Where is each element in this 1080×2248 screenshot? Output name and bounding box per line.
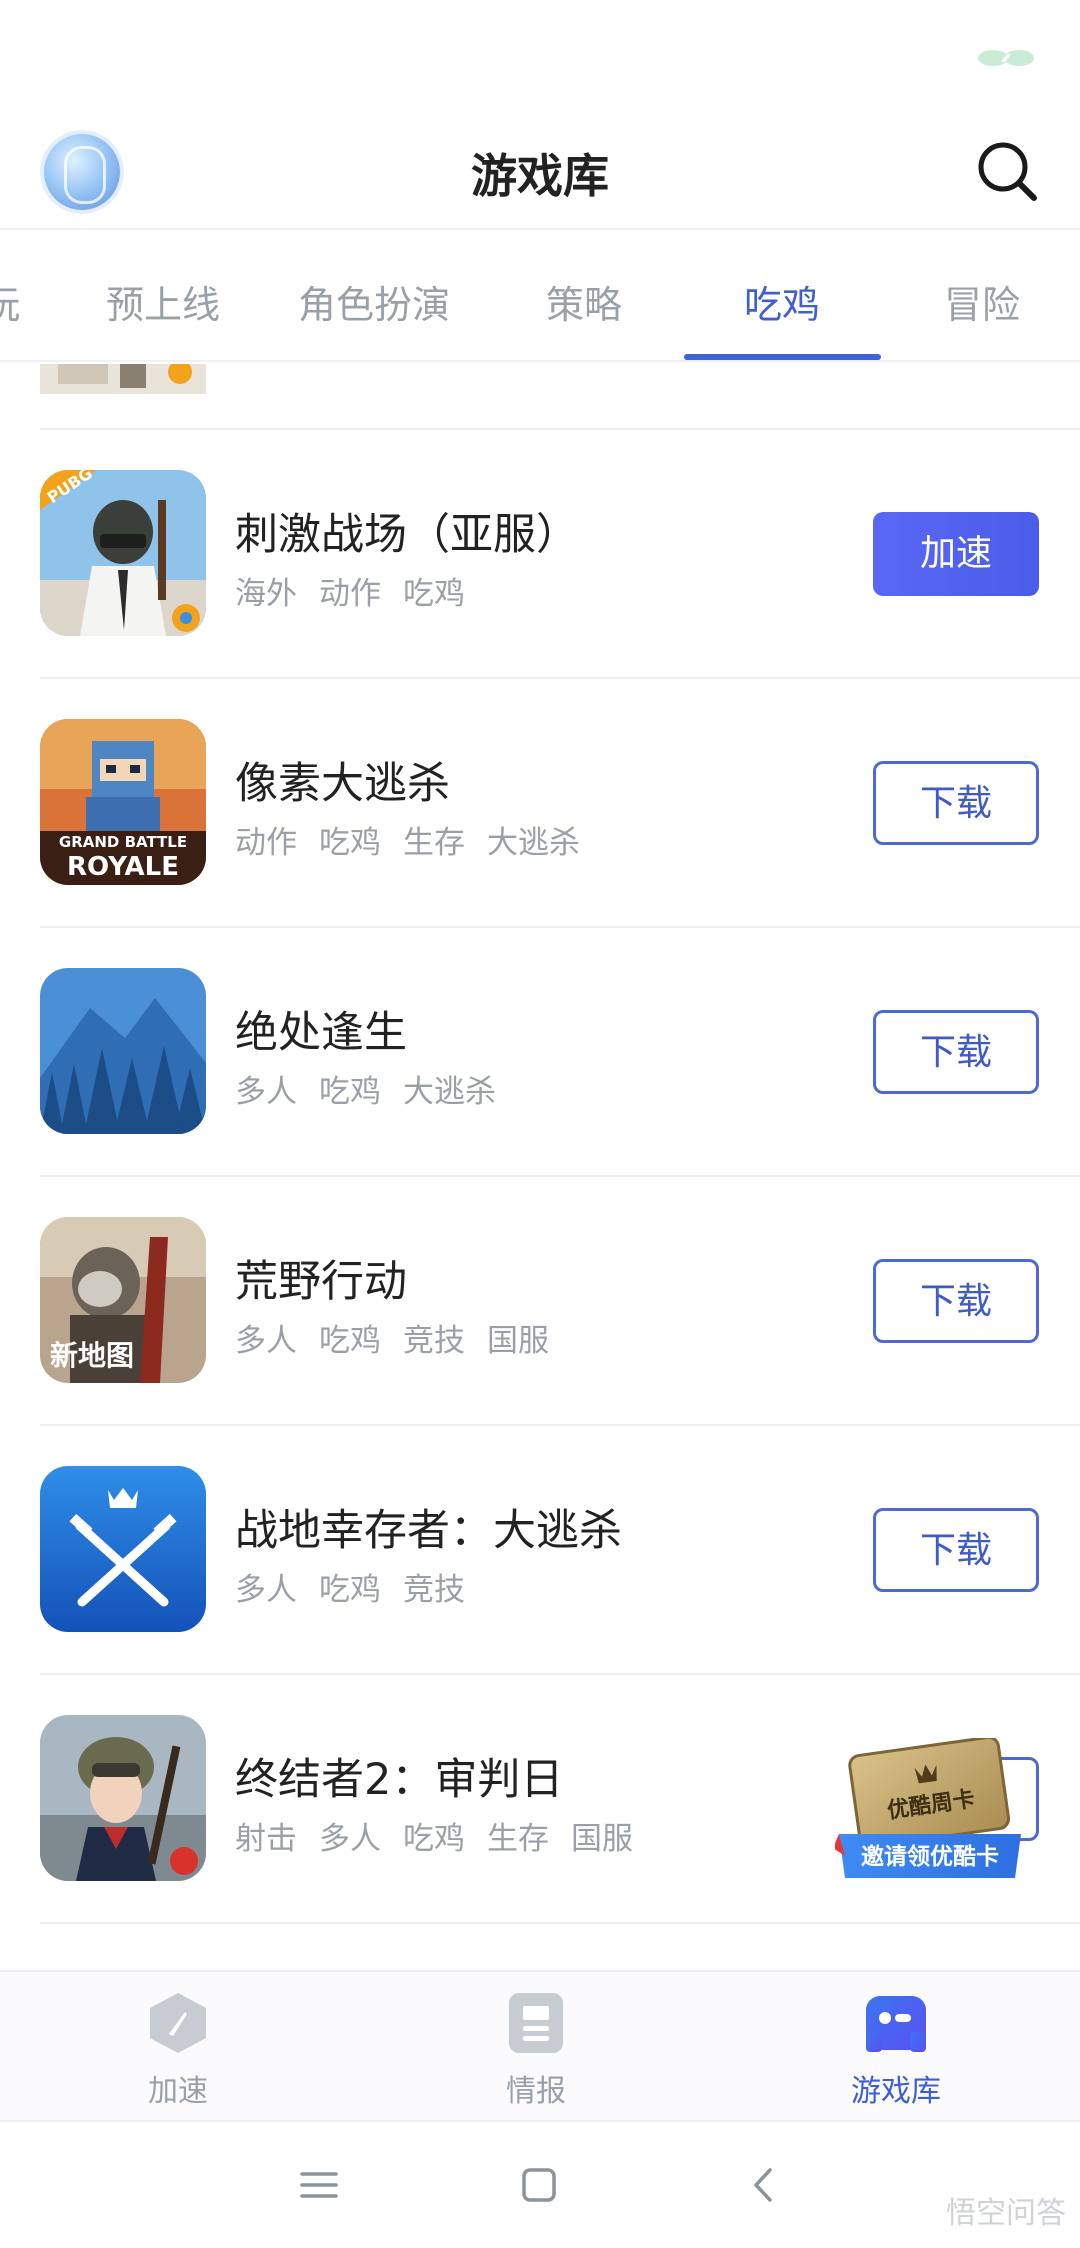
tag: 大逃杀 xyxy=(487,825,580,861)
divider xyxy=(40,926,1080,928)
tab-adventure[interactable]: 冒险 xyxy=(944,274,1020,329)
divider xyxy=(40,1175,1080,1177)
list-item[interactable]: 战地幸存者：大逃杀 多人 吃鸡 竞技 下载 xyxy=(0,1424,1080,1673)
game-tags: 动作 吃鸡 生存 大逃杀 xyxy=(235,817,580,862)
crossed-rifles-icon xyxy=(40,1466,206,1632)
tag: 动作 xyxy=(235,825,297,861)
nav-label: 加速 xyxy=(148,2074,208,2109)
tab-battle-royale[interactable]: 吃鸡 xyxy=(744,274,820,329)
download-button[interactable]: 下载 xyxy=(873,1010,1039,1094)
tag: 吃鸡 xyxy=(319,1074,381,1110)
tag: 吃鸡 xyxy=(319,1572,381,1608)
nav-item-game-library[interactable]: 游戏库 xyxy=(796,1990,996,2110)
female-soldier-icon xyxy=(40,1715,206,1881)
game-title: 刺激战场（亚服） xyxy=(235,510,579,560)
list-end-divider xyxy=(0,1922,1080,1924)
accelerate-button[interactable]: 加速 xyxy=(873,512,1039,596)
tag: 动作 xyxy=(319,576,381,612)
status-bar xyxy=(0,0,1080,110)
game-tags: 多人 吃鸡 竞技 国服 xyxy=(235,1315,549,1360)
game-tags: 多人 吃鸡 竞技 xyxy=(235,1564,465,1609)
game-title: 像素大逃杀 xyxy=(235,759,450,809)
download-button[interactable]: 下载 xyxy=(873,1508,1039,1592)
tag: 吃鸡 xyxy=(403,576,465,612)
tag: 生存 xyxy=(487,1821,549,1857)
search-icon[interactable] xyxy=(974,138,1040,204)
game-tags: 海外 动作 吃鸡 xyxy=(235,568,465,613)
list-item[interactable]: PUBG 刺激战场（亚服） 海外 动作 吃鸡 加速 xyxy=(0,428,1080,677)
nav-label: 游戏库 xyxy=(851,2074,941,2109)
divider xyxy=(40,428,1080,430)
game-list[interactable]: PUBG 刺激战场（亚服） 海外 动作 吃鸡 加速 GRAND BATTLE R… xyxy=(0,364,1080,1970)
svg-text:ROYALE: ROYALE xyxy=(67,852,179,882)
youku-promo-badge[interactable]: 优酷周卡 邀请领优酷卡 xyxy=(835,1738,1025,1888)
tab-upcoming[interactable]: 预上线 xyxy=(106,274,220,329)
game-library-icon xyxy=(866,1996,926,2052)
divider xyxy=(40,1673,1080,1675)
tag: 多人 xyxy=(235,1074,297,1110)
svg-text:GRAND BATTLE: GRAND BATTLE xyxy=(59,833,187,851)
download-button[interactable]: 下载 xyxy=(873,761,1039,845)
svg-text:邀请领优酷卡: 邀请领优酷卡 xyxy=(861,1843,999,1870)
tag: 吃鸡 xyxy=(319,1323,381,1359)
tag: 吃鸡 xyxy=(319,825,381,861)
list-item[interactable]: 新地图 荒野行动 多人 吃鸡 竞技 国服 下载 xyxy=(0,1175,1080,1424)
tag: 多人 xyxy=(235,1572,297,1608)
home-icon[interactable] xyxy=(516,2162,562,2208)
game-tags: 射击 多人 吃鸡 生存 国服 xyxy=(235,1813,633,1858)
nav-item-news[interactable]: 情报 xyxy=(436,1990,636,2110)
bottom-nav: 加速 情报 游戏库 xyxy=(0,1970,1080,2120)
back-icon[interactable] xyxy=(742,2162,788,2208)
tag: 多人 xyxy=(235,1323,297,1359)
tag: 国服 xyxy=(571,1821,633,1857)
list-item[interactable]: GRAND BATTLE ROYALE 像素大逃杀 动作 吃鸡 生存 大逃杀 下… xyxy=(0,677,1080,926)
category-tabs: 玩 预上线 角色扮演 策略 吃鸡 冒险 xyxy=(0,232,1080,362)
game-title: 绝处逢生 xyxy=(235,1008,407,1058)
status-indicator-icon xyxy=(978,50,1034,66)
tag: 竞技 xyxy=(403,1572,465,1608)
divider xyxy=(40,1424,1080,1426)
partial-game-icon xyxy=(40,364,206,394)
tag: 射击 xyxy=(235,1821,297,1857)
menu-icon[interactable] xyxy=(296,2162,342,2208)
tag: 吃鸡 xyxy=(403,1821,465,1857)
top-app-bar: 游戏库 xyxy=(0,110,1080,230)
nav-item-accelerate[interactable]: 加速 xyxy=(78,1990,278,2110)
speed-gauge-icon xyxy=(150,1993,206,2053)
tab-partial[interactable]: 玩 xyxy=(0,274,20,329)
divider xyxy=(40,1922,1080,1924)
tag: 大逃杀 xyxy=(403,1074,496,1110)
divider xyxy=(40,677,1080,679)
system-navigation-bar: 悟空问答 xyxy=(0,2120,1080,2248)
tag: 海外 xyxy=(235,576,297,612)
tag: 生存 xyxy=(403,825,465,861)
game-title: 荒野行动 xyxy=(235,1257,407,1307)
tab-strategy[interactable]: 策略 xyxy=(546,274,622,329)
nav-label: 情报 xyxy=(506,2074,566,2109)
svg-text:新地图: 新地图 xyxy=(50,1339,134,1372)
tab-rpg[interactable]: 角色扮演 xyxy=(298,274,450,329)
game-title: 战地幸存者：大逃杀 xyxy=(235,1506,622,1556)
tag: 多人 xyxy=(319,1821,381,1857)
watermark-text: 悟空问答 xyxy=(946,2196,1066,2231)
download-button[interactable]: 下载 xyxy=(873,1259,1039,1343)
game-title: 终结者2：审判日 xyxy=(235,1755,564,1805)
tag: 竞技 xyxy=(403,1323,465,1359)
list-item[interactable]: 绝处逢生 多人 吃鸡 大逃杀 下载 xyxy=(0,926,1080,1175)
soldier-gun-icon: 新地图 xyxy=(40,1217,206,1383)
tag: 国服 xyxy=(487,1323,549,1359)
pixel-soldier-icon: GRAND BATTLE ROYALE xyxy=(40,719,206,885)
forest-mountain-icon xyxy=(40,968,206,1134)
news-doc-icon xyxy=(509,1993,563,2053)
page-title: 游戏库 xyxy=(471,149,609,203)
active-tab-indicator xyxy=(684,354,881,360)
game-tags: 多人 吃鸡 大逃杀 xyxy=(235,1066,496,1111)
pubg-soldier-icon: PUBG xyxy=(40,470,206,636)
